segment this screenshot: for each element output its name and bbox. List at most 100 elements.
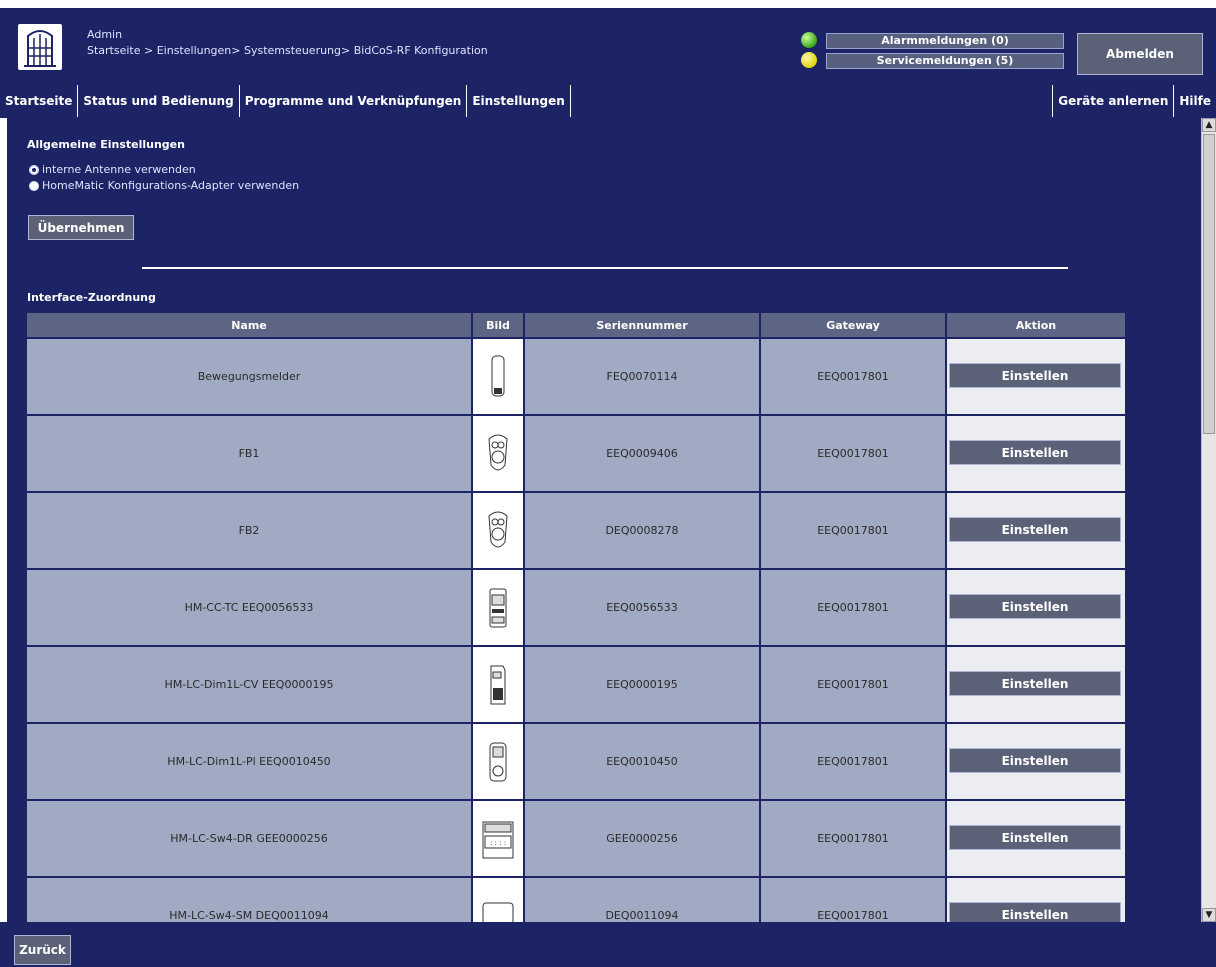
nav-einstellungen[interactable]: Einstellungen [467,85,571,117]
cell-name: HM-LC-Dim1L-CV EEQ0000195 [25,645,473,724]
nav-hilfe[interactable]: Hilfe [1173,85,1216,117]
cell-gateway: EEQ0017801 [759,799,947,878]
cell-image [471,876,525,922]
cell-name: FB1 [25,414,473,493]
radio-internal-antenna[interactable]: interne Antenne verwenden [29,163,196,176]
interface-table-wrap: Name Bild Seriennummer Gateway Aktion Be… [25,311,1127,922]
radio-label-internal: interne Antenne verwenden [42,163,196,176]
cell-gateway: EEQ0017801 [759,414,947,493]
cell-gateway: EEQ0017801 [759,491,947,570]
cell-action: Einstellen [945,414,1127,493]
cell-image: : : : : [471,799,525,878]
radio-button[interactable] [29,180,39,191]
table-row: Bewegungsmelder FEQ0070114 EEQ0017801 Ei… [25,337,1127,416]
einstellen-button[interactable]: Einstellen [949,902,1121,922]
cell-image [471,568,525,647]
cell-serial: EEQ0000195 [523,645,761,724]
cell-image [471,722,525,801]
switch-module-icon [474,891,522,922]
nav-status-bedienung[interactable]: Status und Bedienung [78,85,240,117]
main-nav: Startseite Status und Bedienung Programm… [0,84,571,118]
scroll-thumb[interactable] [1203,134,1215,434]
cell-serial: DEQ0011094 [523,876,761,922]
radio-config-adapter[interactable]: HomeMatic Konfigurations-Adapter verwend… [29,179,299,192]
einstellen-button[interactable]: Einstellen [949,517,1121,542]
right-nav: Geräte anlernen Hilfe [1052,84,1216,118]
cell-action: Einstellen [945,876,1127,922]
cell-gateway: EEQ0017801 [759,337,947,416]
cell-serial: EEQ0009406 [523,414,761,493]
nav-startseite[interactable]: Startseite [0,85,79,117]
einstellen-button[interactable]: Einstellen [949,594,1121,619]
scroll-down-icon[interactable]: ▼ [1202,908,1216,922]
cell-name: Bewegungsmelder [25,337,473,416]
cell-gateway: EEQ0017801 [759,876,947,922]
remote-icon [474,506,522,556]
col-header-image: Bild [471,311,525,339]
cell-serial: GEE0000256 [523,799,761,878]
nav-geraete-anlernen[interactable]: Geräte anlernen [1052,85,1173,117]
svg-text:: : : :: : : : : [490,839,506,847]
table-row: HM-CC-TC EEQ0056533 EEQ0056533 EEQ001780… [25,568,1127,647]
cell-serial: EEQ0010450 [523,722,761,801]
cell-serial: EEQ0056533 [523,568,761,647]
back-button[interactable]: Zurück [14,935,71,965]
col-header-gateway: Gateway [759,311,947,339]
alarm-messages-button[interactable]: Alarmmeldungen (0) [826,33,1064,49]
user-label: Admin [87,28,123,41]
apply-button[interactable]: Übernehmen [28,215,134,240]
motion-sensor-icon [474,352,522,402]
table-row: HM-LC-Dim1L-CV EEQ0000195 EEQ0000195 EEQ… [25,645,1127,724]
plug-icon [474,737,522,787]
vertical-scrollbar[interactable]: ▲ ▼ [1201,118,1216,922]
cell-name: HM-LC-Sw4-DR GEE0000256 [25,799,473,878]
col-header-action: Aktion [945,311,1127,339]
general-settings-title: Allgemeine Einstellungen [27,138,185,151]
interface-table: Name Bild Seriennummer Gateway Aktion Be… [25,311,1127,922]
homematic-logo-icon [18,24,62,70]
cell-image [471,491,525,570]
einstellen-button[interactable]: Einstellen [949,440,1121,465]
table-row: HM-LC-Sw4-DR GEE0000256 : : : : GEE00002… [25,799,1127,878]
cell-gateway: EEQ0017801 [759,645,947,724]
cell-name: FB2 [25,491,473,570]
nav-programme[interactable]: Programme und Verknüpfungen [240,85,468,117]
einstellen-button[interactable]: Einstellen [949,363,1121,388]
cell-action: Einstellen [945,568,1127,647]
breadcrumb: Startseite > Einstellungen> Systemsteuer… [87,44,488,57]
table-row: FB1 EEQ0009406 EEQ0017801 Einstellen [25,414,1127,493]
table-header-row: Name Bild Seriennummer Gateway Aktion [25,311,1127,339]
cell-name: HM-CC-TC EEQ0056533 [25,568,473,647]
cell-image [471,337,525,416]
divider [142,267,1068,269]
cell-image [471,645,525,724]
scroll-up-icon[interactable]: ▲ [1202,118,1216,132]
content-area: Allgemeine Einstellungen interne Antenne… [7,118,1202,922]
table-row: FB2 DEQ0008278 EEQ0017801 Einstellen [25,491,1127,570]
cell-action: Einstellen [945,722,1127,801]
table-row: HM-LC-Dim1L-Pl EEQ0010450 EEQ0010450 EEQ… [25,722,1127,801]
cell-action: Einstellen [945,491,1127,570]
einstellen-button[interactable]: Einstellen [949,825,1121,850]
cell-action: Einstellen [945,799,1127,878]
logout-button[interactable]: Abmelden [1077,33,1203,75]
cell-name: HM-LC-Sw4-SM DEQ0011094 [25,876,473,922]
einstellen-button[interactable]: Einstellen [949,748,1121,773]
alarm-status-icon [801,32,817,48]
col-header-name: Name [25,311,473,339]
cell-gateway: EEQ0017801 [759,568,947,647]
einstellen-button[interactable]: Einstellen [949,671,1121,696]
cell-name: HM-LC-Dim1L-Pl EEQ0010450 [25,722,473,801]
header: Admin Startseite > Einstellungen> System… [0,8,1216,118]
dimmer-icon [474,660,522,710]
din-rail-switch-icon: : : : : [474,814,522,864]
service-messages-button[interactable]: Servicemeldungen (5) [826,53,1064,69]
cell-gateway: EEQ0017801 [759,722,947,801]
footer: Zurück [0,922,1216,967]
col-header-serial: Seriennummer [523,311,761,339]
cell-action: Einstellen [945,645,1127,724]
cell-serial: DEQ0008278 [523,491,761,570]
interface-assignment-title: Interface-Zuordnung [27,291,156,304]
radio-button-checked[interactable] [29,164,39,175]
cell-serial: FEQ0070114 [523,337,761,416]
